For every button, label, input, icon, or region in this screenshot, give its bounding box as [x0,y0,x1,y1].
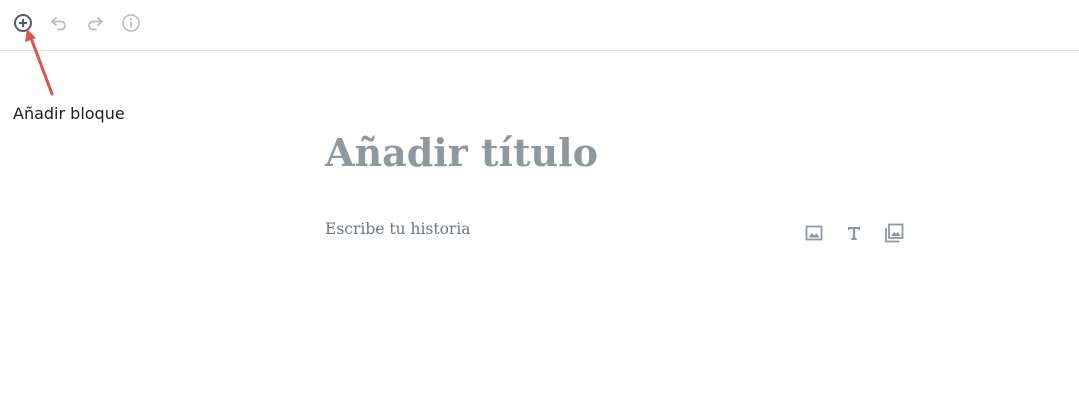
redo-icon [88,17,103,31]
insert-heading-button[interactable] [842,221,866,245]
post-title-placeholder[interactable]: Añadir título [325,130,598,175]
insert-gallery-button[interactable] [882,221,906,245]
undo-button[interactable] [48,12,70,34]
insert-image-button[interactable] [802,221,826,245]
info-icon [122,14,140,32]
top-toolbar [0,0,1079,51]
heading-icon [848,227,860,240]
undo-icon [51,17,66,31]
post-body-placeholder[interactable]: Escribe tu historia [325,220,471,238]
editor-page: Añadir bloque Añadir título Escribe tu h… [0,0,1079,419]
image-icon [805,225,823,241]
add-block-button[interactable] [12,12,34,34]
annotation-label: Añadir bloque [13,104,125,123]
redo-button[interactable] [84,12,106,34]
plus-circle-icon [14,14,32,32]
gallery-icon [885,223,904,243]
info-button[interactable] [120,12,142,34]
